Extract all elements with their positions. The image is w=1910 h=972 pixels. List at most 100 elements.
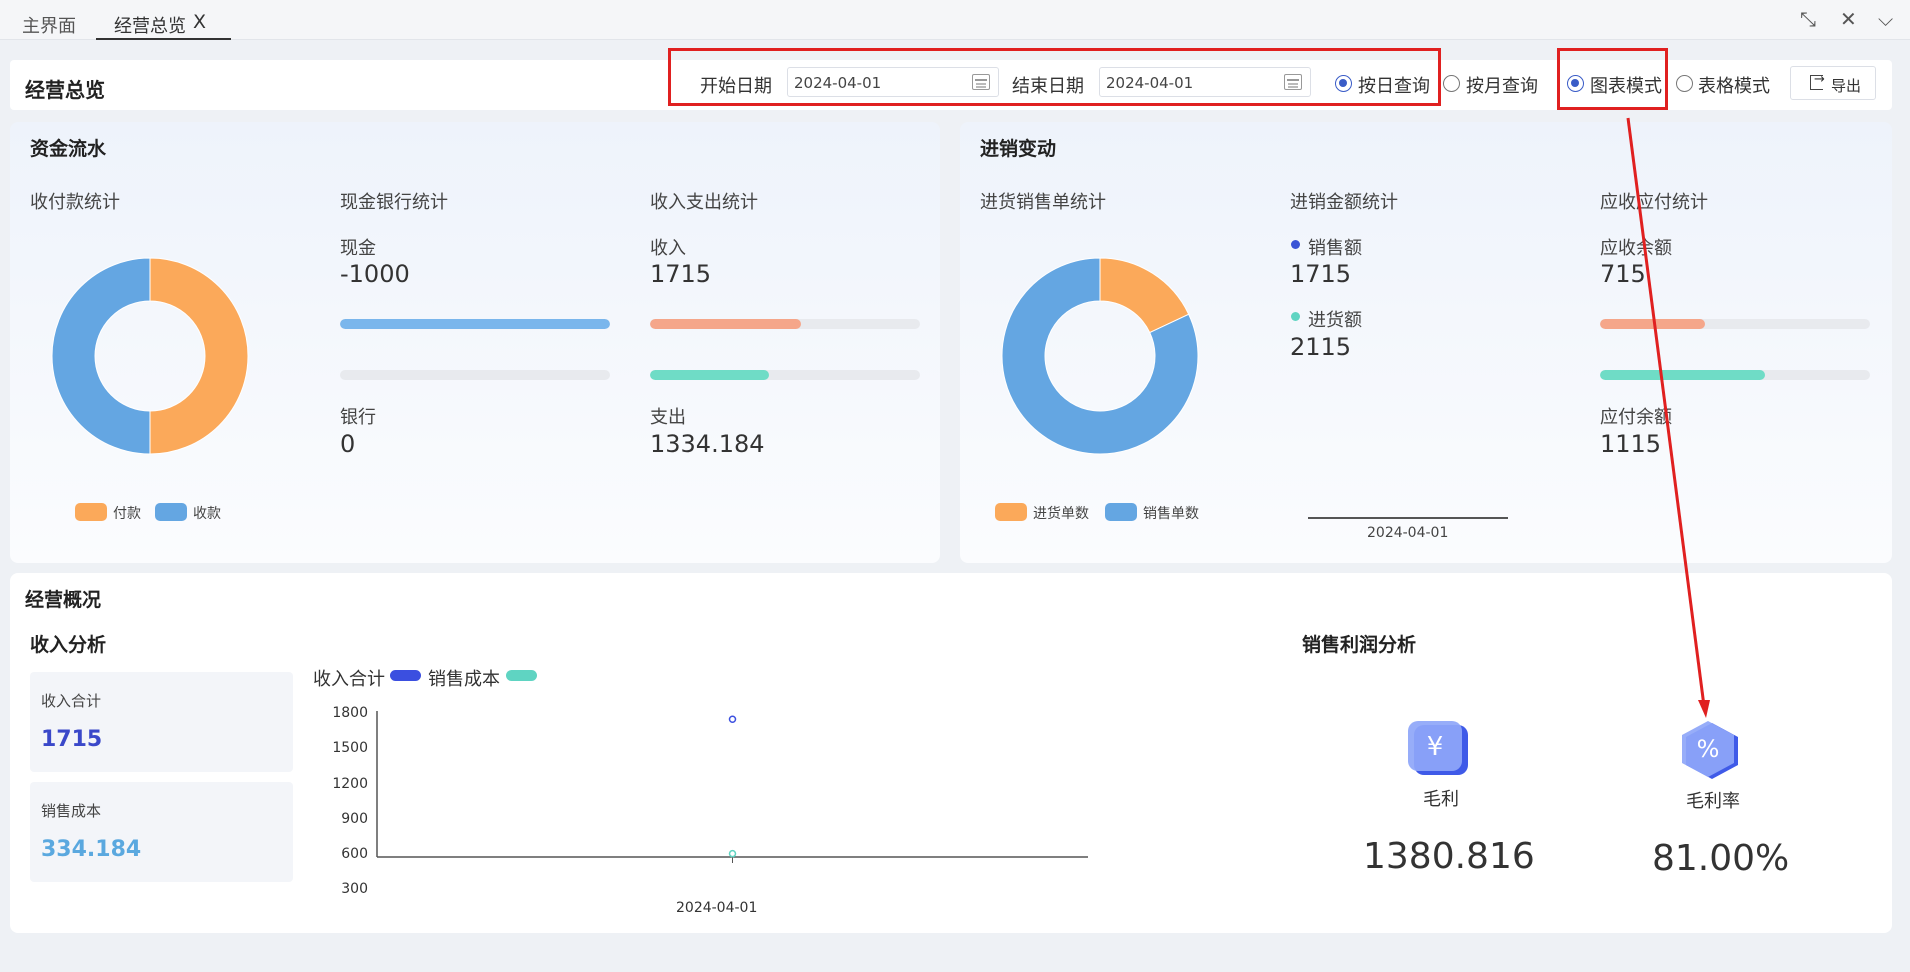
calendar-icon[interactable] [972,74,990,90]
payable-value: 1115 [1600,430,1662,458]
purchase-sales-title: 进销变动 [980,138,1057,160]
income-total-value: 1715 [41,727,103,752]
receivable-label: 应收余额 [1600,238,1672,259]
chart-legend-cost-swatch [506,670,537,681]
page-title: 经营总览 [25,78,105,102]
legend-sales-orders: 销售单数 [1143,506,1199,522]
amount-axis-date: 2024-04-01 [1367,525,1449,541]
sales-cost-box: 销售成本 334.184 [30,782,293,882]
start-date-input[interactable]: 2024-04-01 [787,67,999,97]
radio-chart-mode[interactable] [1567,75,1584,92]
end-date-input[interactable]: 2024-04-01 [1099,67,1311,97]
yen-icon-glyph: ¥ [1427,732,1444,762]
cash-bar [340,319,610,329]
query-by-day-label[interactable]: 按日查询 [1358,72,1430,98]
end-date-value: 2024-04-01 [1106,74,1194,92]
percent-icon: % [1680,721,1738,779]
radio-table-mode[interactable] [1676,75,1693,92]
chart-mode-label[interactable]: 图表模式 [1590,72,1662,98]
business-overview-card: 经营概况 收入分析 收入合计 1715 销售成本 334.184 收入合计 销售… [10,573,1892,933]
chart-legend-income: 收入合计 [313,669,385,690]
order-donut-chart [1001,257,1199,455]
start-date-label: 开始日期 [700,76,772,97]
query-by-month-label[interactable]: 按月查询 [1466,72,1538,98]
cash-flow-card: 资金流水 收付款统计 付款 收款 现金银行统计 现金 -1000 银行 0 收入… [10,122,940,563]
receivable-payable-title: 应收应付统计 [1600,192,1708,213]
income-expense-title: 收入支出统计 [650,192,758,213]
payment-stats-title: 收付款统计 [30,192,120,213]
purchase-label: 进货额 [1308,310,1362,331]
tab-bar: 主界面 经营总览 X ⤡ ✕ ⌵ [0,0,1910,40]
donut-slice-receipt [51,257,151,455]
tab-close-icon[interactable]: X [193,11,206,33]
tab-main[interactable]: 主界面 [22,12,76,38]
bank-value: 0 [340,430,356,458]
purchase-sales-card: 进销变动 进货销售单统计 进货单数 销售单数 进销金额统计 销售额 1715 进… [960,122,1892,563]
expense-bar [650,370,920,380]
close-icon[interactable]: ✕ [1840,7,1857,31]
sales-cost-label: 销售成本 [41,802,102,820]
chart-legend-income-swatch [390,670,421,681]
legend-swatch-receipt [155,503,187,521]
bank-label: 银行 [340,407,376,428]
margin-value: 81.00% [1652,838,1790,879]
legend-payment: 付款 [113,506,141,522]
export-button[interactable]: 导出 [1790,66,1876,100]
income-total-label: 收入合计 [41,692,102,710]
cash-label: 现金 [340,238,376,259]
percent-icon-glyph: % [1697,735,1720,763]
purchase-dot [1291,312,1300,321]
amount-axis-line [1308,517,1508,519]
cash-flow-title: 资金流水 [30,138,107,160]
collapse-icon[interactable]: ⤡ [1800,7,1816,31]
legend-receipt: 收款 [193,506,221,522]
bank-bar [340,370,610,380]
yen-icon: ¥ [1408,721,1468,775]
income-analysis-title: 收入分析 [30,634,107,656]
income-total-box: 收入合计 1715 [30,672,293,772]
overview-title: 经营概况 [25,589,102,611]
income-bar [650,319,920,329]
chevron-down-icon[interactable]: ⌵ [1878,7,1893,31]
chart-legend-cost: 销售成本 [428,669,500,690]
radio-query-by-month[interactable] [1443,75,1460,92]
payable-bar [1600,370,1870,380]
donut-slice-payment [149,257,249,455]
legend-swatch-payment [75,503,107,521]
profit-analysis-title: 销售利润分析 [1302,634,1417,656]
expense-bar-fill [650,370,769,380]
income-value: 1715 [650,260,712,288]
legend-swatch-purchase-orders [995,503,1027,521]
receivable-bar [1600,319,1870,329]
payable-bar-fill [1600,370,1765,380]
calendar-icon[interactable] [1284,74,1302,90]
active-tab-indicator [96,38,231,40]
series-point-1 [728,849,737,858]
end-date-label: 结束日期 [1012,76,1084,97]
sales-label: 销售额 [1308,238,1362,259]
export-icon [1810,72,1825,90]
sales-dot [1291,240,1300,249]
start-date-value: 2024-04-01 [794,74,882,92]
income-bar-fill [650,319,802,329]
table-mode-label[interactable]: 表格模式 [1698,72,1770,98]
expense-label: 支出 [650,407,686,428]
legend-swatch-sales-orders [1105,503,1137,521]
tab-business-overview[interactable]: 经营总览 [114,12,186,38]
payable-label: 应付余额 [1600,407,1672,428]
margin-label: 毛利率 [1686,791,1740,812]
amount-stats-title: 进销金额统计 [1290,192,1398,213]
sales-value: 1715 [1290,260,1352,288]
legend-purchase-orders: 进货单数 [1033,506,1089,522]
cash-bank-title: 现金银行统计 [340,192,448,213]
receivable-bar-fill [1600,319,1706,329]
radio-query-by-day[interactable] [1335,75,1352,92]
expense-value: 1334.184 [650,430,765,458]
payment-donut-chart [51,257,249,455]
income-label: 收入 [650,238,686,259]
cash-bar-fill [340,319,610,329]
series-point-0 [728,715,737,724]
gross-profit-label: 毛利 [1423,789,1459,810]
gross-profit-value: 1380.816 [1363,836,1535,877]
cash-value: -1000 [340,260,410,288]
